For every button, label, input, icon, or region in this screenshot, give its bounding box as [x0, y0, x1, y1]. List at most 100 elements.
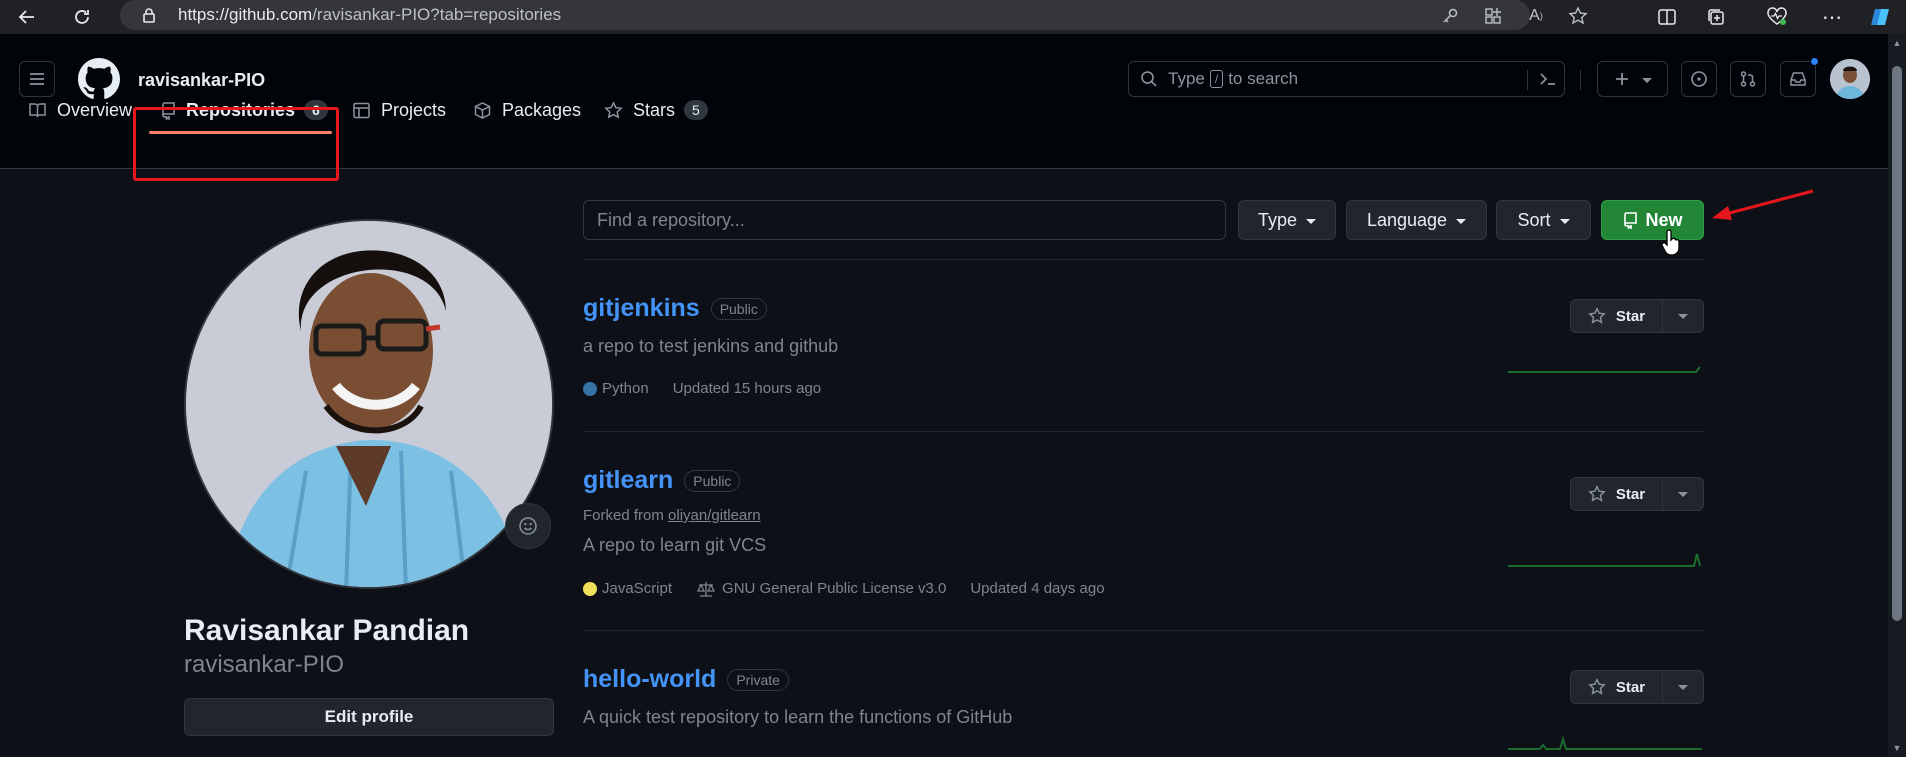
- issue-circle-icon: [1691, 71, 1707, 87]
- star-list-dropdown[interactable]: [1663, 299, 1704, 333]
- book-icon: [28, 101, 47, 120]
- annotation-arrow-icon: [1712, 189, 1814, 220]
- tab-overview[interactable]: Overview: [28, 86, 132, 134]
- repo-list-item: gitjenkins Public a repo to test jenkins …: [583, 294, 1704, 397]
- visibility-badge: Public: [684, 469, 741, 492]
- star-button[interactable]: Star: [1570, 477, 1663, 511]
- repo-license: GNU General Public License v3.0: [696, 580, 946, 597]
- forked-from-link[interactable]: oliyan/gitlearn: [668, 507, 761, 524]
- star-list-dropdown[interactable]: [1663, 670, 1704, 704]
- chevron-down-icon: [1678, 491, 1688, 497]
- repo-name-link[interactable]: gitlearn: [583, 466, 673, 495]
- repo-updated: Updated 4 days ago: [970, 580, 1105, 597]
- profile-login: ravisankar-PIO: [184, 651, 345, 678]
- star-icon: [604, 100, 623, 120]
- visibility-badge: Private: [727, 668, 789, 691]
- language-color-dot: [583, 381, 597, 396]
- command-palette-icon[interactable]: [1537, 68, 1559, 95]
- sort-filter-label: Sort: [1517, 209, 1551, 230]
- find-repository-input[interactable]: Find a repository...: [583, 200, 1226, 240]
- package-icon: [473, 101, 492, 120]
- new-button-label: New: [1645, 209, 1683, 230]
- search-placeholder-post: to search: [1228, 69, 1299, 88]
- hamburger-icon: [30, 73, 44, 85]
- set-status-button[interactable]: [505, 503, 551, 549]
- plus-icon: [1615, 73, 1628, 85]
- scrollbar-thumb[interactable]: [1892, 66, 1902, 621]
- read-aloud-icon[interactable]: A): [1524, 4, 1548, 28]
- annotation-highlight-box: [133, 107, 339, 181]
- star-button-group: Star: [1570, 299, 1704, 333]
- language-filter-button[interactable]: Language: [1346, 200, 1487, 240]
- pull-requests-button[interactable]: [1730, 61, 1766, 97]
- health-icon[interactable]: [1763, 3, 1791, 31]
- repo-divider: [583, 431, 1704, 432]
- forked-prefix: Forked from: [583, 507, 664, 524]
- repo-updated: Updated 15 hours ago: [672, 380, 822, 397]
- create-new-button[interactable]: [1597, 61, 1668, 97]
- apps-icon[interactable]: [1481, 4, 1505, 28]
- repo-language: Python: [583, 380, 649, 397]
- star-button[interactable]: Star: [1570, 670, 1663, 704]
- tab-stars[interactable]: Stars 5: [604, 86, 708, 134]
- search-input[interactable]: Type / to search: [1128, 61, 1565, 97]
- hand-cursor-icon: [1661, 229, 1680, 256]
- tab-stars-label: Stars: [633, 99, 676, 120]
- search-divider: [1527, 70, 1528, 90]
- profile-avatar[interactable]: [184, 219, 554, 589]
- refresh-icon[interactable]: [68, 3, 96, 31]
- repo-description: a repo to test jenkins and github: [583, 336, 839, 356]
- chevron-down-icon: [1678, 684, 1688, 690]
- type-filter-label: Type: [1257, 209, 1298, 230]
- type-filter-button[interactable]: Type: [1238, 200, 1336, 240]
- stars-count-badge: 5: [684, 100, 708, 120]
- address-bar[interactable]: https://github.com/ravisankar-PIO?tab=re…: [120, 0, 1588, 30]
- page-scrollbar[interactable]: ▲ ▼: [1888, 34, 1906, 757]
- activity-sparkline: [1508, 366, 1701, 373]
- repo-license-label: GNU General Public License v3.0: [722, 580, 947, 597]
- table-icon: [352, 101, 371, 120]
- lock-icon: [140, 6, 158, 29]
- search-icon: [1140, 70, 1158, 88]
- issues-button[interactable]: [1681, 61, 1717, 97]
- split-screen-icon[interactable]: [1653, 3, 1681, 31]
- more-options-icon[interactable]: ⋯: [1818, 3, 1846, 31]
- repo-name-link[interactable]: gitjenkins: [583, 294, 700, 323]
- user-avatar[interactable]: [1830, 59, 1870, 99]
- repo-icon: [1622, 211, 1638, 229]
- pull-request-icon: [1740, 71, 1756, 87]
- repo-description: A quick test repository to learn the fun…: [583, 707, 1013, 727]
- back-icon[interactable]: [13, 3, 41, 31]
- inbox-button[interactable]: [1780, 61, 1816, 97]
- sort-filter-button[interactable]: Sort: [1496, 200, 1591, 240]
- tab-overview-label: Overview: [57, 99, 133, 120]
- star-button-group: Star: [1570, 477, 1704, 511]
- tab-projects[interactable]: Projects: [352, 86, 446, 134]
- star-button-label: Star: [1615, 307, 1646, 325]
- star-button[interactable]: Star: [1570, 299, 1663, 333]
- language-color-dot: [583, 581, 597, 596]
- new-repository-button[interactable]: New: [1601, 200, 1704, 240]
- header-divider: [1580, 70, 1581, 90]
- repo-description: A repo to learn git VCS: [583, 535, 767, 555]
- chevron-down-icon: [1559, 218, 1570, 224]
- repo-name-link[interactable]: hello-world: [583, 665, 716, 694]
- key-icon[interactable]: [1438, 4, 1462, 28]
- scroll-down-icon[interactable]: ▼: [1892, 743, 1902, 753]
- copilot-icon[interactable]: [1866, 3, 1894, 31]
- url-host: https://github.com: [178, 5, 313, 24]
- search-shortcut-key: /: [1209, 70, 1224, 88]
- star-icon: [1588, 485, 1606, 503]
- chevron-down-icon: [1641, 77, 1652, 83]
- tab-packages-label: Packages: [502, 99, 582, 120]
- activity-sparkline: [1508, 553, 1701, 567]
- star-button-group: Star: [1570, 670, 1704, 704]
- tab-projects-label: Projects: [381, 99, 447, 120]
- chevron-down-icon: [1306, 218, 1317, 224]
- star-list-dropdown[interactable]: [1663, 477, 1704, 511]
- collections-icon[interactable]: [1702, 3, 1730, 31]
- tab-packages[interactable]: Packages: [473, 86, 581, 134]
- scroll-up-icon[interactable]: ▲: [1892, 38, 1902, 48]
- favorite-star-icon[interactable]: [1566, 4, 1590, 28]
- edit-profile-button[interactable]: Edit profile: [184, 698, 554, 736]
